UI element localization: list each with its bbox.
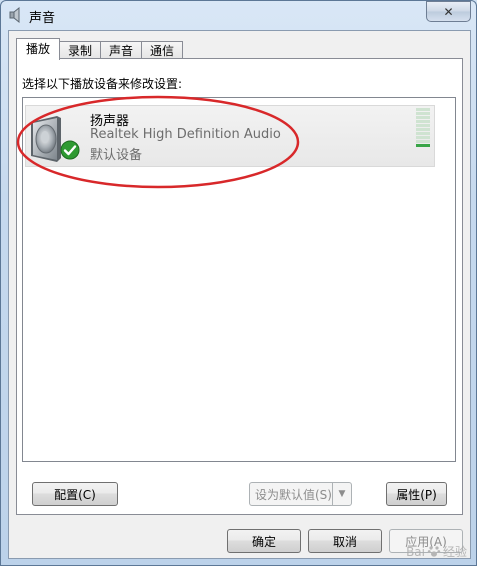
cancel-button[interactable]: 取消 xyxy=(308,529,382,553)
window-title: 声音 xyxy=(29,11,56,26)
set-default-button[interactable]: 设为默认值(S) ▼ xyxy=(249,482,352,506)
device-status: 默认设备 xyxy=(90,148,143,163)
device-list[interactable]: 扬声器 Realtek High Definition Audio 默认设备 xyxy=(22,97,456,462)
green-check-icon xyxy=(60,140,80,160)
set-default-label: 设为默认值(S) xyxy=(255,487,332,502)
volume-level-meter xyxy=(416,108,430,150)
dialog-client-area: 播放 录制 声音 通信 选择以下播放设备来修改设置: 扬声器 Realtek H… xyxy=(8,30,471,559)
level-segment xyxy=(416,132,430,135)
tab-playback[interactable]: 播放 xyxy=(16,38,61,60)
level-segment xyxy=(416,140,430,143)
level-segment xyxy=(416,136,430,139)
instruction-text: 选择以下播放设备来修改设置: xyxy=(22,77,183,91)
level-segment xyxy=(416,112,430,115)
playback-tab-panel: 选择以下播放设备来修改设置: 扬声器 Realtek High Definiti… xyxy=(16,58,463,515)
device-driver: Realtek High Definition Audio xyxy=(90,127,281,142)
chevron-down-icon[interactable]: ▼ xyxy=(332,483,351,505)
level-segment xyxy=(416,108,430,111)
level-segment xyxy=(416,124,430,127)
device-item-speakers[interactable]: 扬声器 Realtek High Definition Audio 默认设备 xyxy=(25,105,435,167)
configure-button[interactable]: 配置(C) xyxy=(32,482,118,506)
ok-button[interactable]: 确定 xyxy=(227,529,301,553)
level-segment xyxy=(416,144,430,147)
level-segment xyxy=(416,128,430,131)
close-icon: ✕ xyxy=(443,4,454,19)
title-bar[interactable]: 声音 ✕ xyxy=(0,0,477,30)
level-segment xyxy=(416,116,430,119)
speaker-icon xyxy=(9,7,20,23)
level-segment xyxy=(416,120,430,123)
paw-icon xyxy=(427,546,441,557)
watermark-suffix: 经验 xyxy=(442,545,467,559)
watermark: Bai 经验 xyxy=(406,543,467,560)
watermark-brand: Bai xyxy=(406,545,425,559)
close-button[interactable]: ✕ xyxy=(426,1,471,22)
tab-strip: 播放 录制 声音 通信 xyxy=(16,38,184,60)
properties-button[interactable]: 属性(P) xyxy=(386,482,447,506)
